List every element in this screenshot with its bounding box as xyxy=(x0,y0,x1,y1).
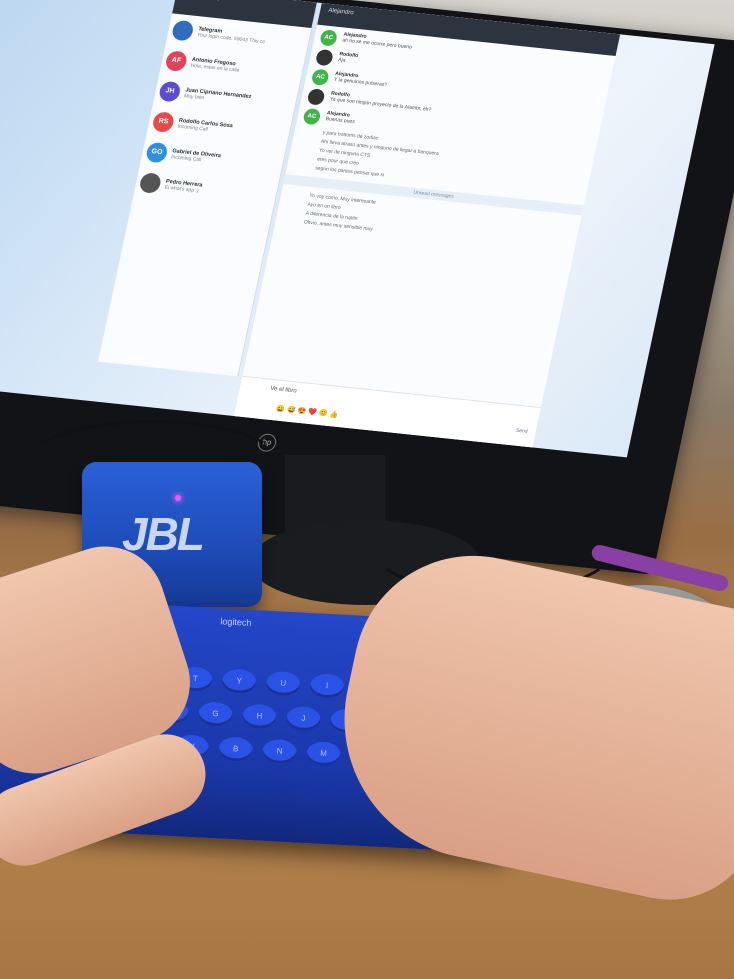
avatar: AC xyxy=(318,29,339,47)
photo-scene: Rodolfo Carlos TelegramYour login code: … xyxy=(0,0,734,979)
message-body: Alejandro Buenas pues xyxy=(325,110,357,125)
conversation-text: Telegram Your login code: 59043 This co xyxy=(197,26,268,45)
message-body: Alejandro ah no se me ocurre pero bueno xyxy=(342,32,414,51)
conversation-text: Rodolfo Carlos Sosa Incoming Call xyxy=(177,117,233,134)
avatar: GO xyxy=(144,141,169,163)
avatar: JH xyxy=(157,80,182,102)
keyboard-key: Y xyxy=(221,668,257,695)
emoji-bar[interactable]: 😀😅😍❤️🙂👍 xyxy=(275,405,341,420)
avatar xyxy=(170,19,195,42)
speaker-led xyxy=(175,495,181,501)
avatar xyxy=(138,171,163,194)
keyboard-key: J xyxy=(285,705,322,732)
keyboard-key: U xyxy=(265,670,301,697)
keyboard-brand: logitech xyxy=(220,616,252,628)
keyboard-key: N xyxy=(262,738,298,765)
avatar: AF xyxy=(164,49,189,72)
keyboard-key: M xyxy=(305,741,342,767)
message-body: Alejandro Y la genuinos pulseras? xyxy=(333,71,388,88)
message-body: Rodolfo Aja xyxy=(338,51,359,65)
avatar: AC xyxy=(310,68,330,86)
keyboard-key: G xyxy=(197,701,234,728)
keyboard-key: I xyxy=(309,673,345,699)
composer-input[interactable]: Ve el libro xyxy=(270,386,297,395)
conversation-text: Pedro Herrera Ei what's app :) xyxy=(164,178,203,194)
send-button[interactable]: Send xyxy=(515,428,528,435)
avatar: RS xyxy=(151,110,176,133)
avatar xyxy=(314,48,335,67)
conversation-text: Antonio Fregoso Hola, estas en la calle xyxy=(190,56,241,73)
keyboard-key: H xyxy=(241,703,278,730)
keyboard-key: B xyxy=(218,736,254,763)
avatar: AC xyxy=(302,107,322,126)
conversation-text: Gabriel de Oliveira Incoming Call xyxy=(171,148,222,165)
monitor-screen: Rodolfo Carlos TelegramYour login code: … xyxy=(0,0,715,458)
conversation-text: Juan Cipriano Hernández Muy bien xyxy=(184,87,252,106)
message-composer: Ve el libro 😀😅😍❤️🙂👍 Send xyxy=(233,375,541,448)
avatar xyxy=(306,88,326,106)
